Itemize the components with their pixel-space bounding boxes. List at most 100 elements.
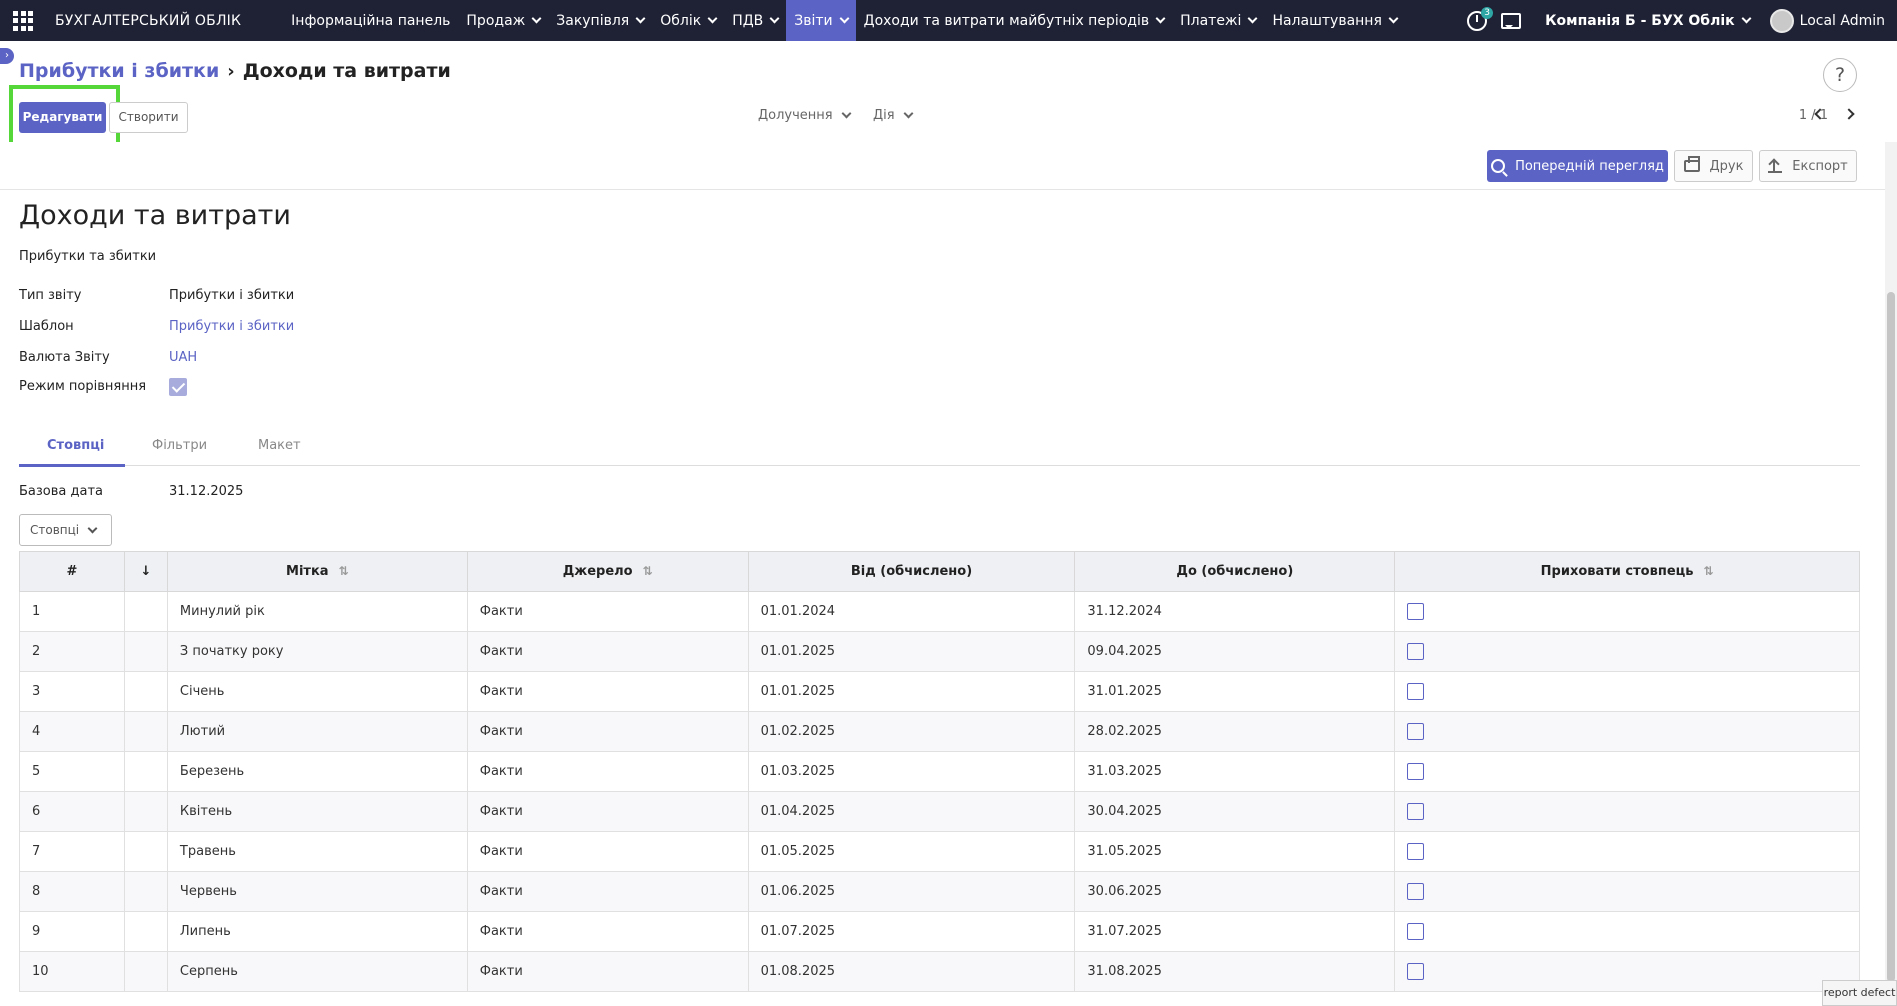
table-row[interactable]: 8 Червень Факти 01.06.2025 30.06.2025 xyxy=(19,871,1860,912)
col-header-from[interactable]: Від (обчислено) xyxy=(747,551,1076,592)
nav-menu-item[interactable]: ПДВ xyxy=(724,0,786,41)
row-handle xyxy=(123,871,168,912)
export-button[interactable]: Експорт xyxy=(1759,150,1857,182)
table-row[interactable]: 9 Липень Факти 01.07.2025 31.07.2025 xyxy=(19,911,1860,952)
help-button[interactable]: ? xyxy=(1823,58,1857,92)
hide-column-checkbox[interactable] xyxy=(1407,723,1425,740)
nav-menu-item[interactable]: Платежі xyxy=(1172,0,1264,41)
nav-menu-label: ПДВ xyxy=(732,12,764,29)
columns-dropdown-button[interactable]: Стовпці xyxy=(19,514,112,546)
nav-menu-label: Інформаційна панель xyxy=(291,12,451,29)
breadcrumb-separator-icon: › xyxy=(227,60,235,82)
row-label: Лютий xyxy=(166,711,468,752)
messages-icon[interactable] xyxy=(1501,12,1522,29)
chevron-down-icon xyxy=(839,13,850,24)
table-row[interactable]: 1 Минулий рік Факти 01.01.2024 31.12.2024 xyxy=(19,591,1860,632)
report-defect-button[interactable]: report defect xyxy=(1822,980,1897,1006)
nav-menu-item[interactable]: Продаж xyxy=(458,0,548,41)
printer-icon xyxy=(1683,156,1700,172)
breadcrumb-current: Доходи та витрати xyxy=(242,60,451,82)
row-from: 01.01.2025 xyxy=(747,631,1076,672)
nav-menu-label: Налаштування xyxy=(1272,12,1382,29)
col-header-label-text: Мітка xyxy=(286,564,329,579)
nav-menu-item[interactable]: Інформаційна панель xyxy=(283,0,458,41)
create-button[interactable]: Створити xyxy=(109,102,188,133)
hide-column-checkbox[interactable] xyxy=(1407,883,1425,900)
chevron-down-icon xyxy=(1155,13,1166,24)
company-name: Компанія Б - БУХ Облік xyxy=(1545,12,1735,29)
nav-menu-item[interactable]: Облік xyxy=(652,0,724,41)
preview-button[interactable]: Попередній перегляд xyxy=(1487,150,1668,182)
row-to: 31.12.2024 xyxy=(1074,591,1396,632)
row-handle xyxy=(123,671,168,712)
compare-mode-label: Режим порівняння xyxy=(19,379,147,394)
row-handle xyxy=(123,631,168,672)
row-from: 01.01.2024 xyxy=(747,591,1076,632)
hide-column-checkbox[interactable] xyxy=(1407,843,1425,860)
activity-clock-icon[interactable]: 3 xyxy=(1467,6,1494,31)
nav-menu-item[interactable]: Налаштування xyxy=(1264,0,1404,41)
main-menu: Інформаційна панель Продаж Закупівля Облік П… xyxy=(283,0,1405,41)
template-link[interactable]: Прибутки і збитки xyxy=(169,319,294,334)
edit-button[interactable]: Редагувати xyxy=(19,102,106,133)
table-row[interactable]: 3 Січень Факти 01.01.2025 31.01.2025 xyxy=(19,671,1860,712)
row-label: Липень xyxy=(166,911,468,952)
tab-filters[interactable]: Фільтри xyxy=(152,438,207,453)
print-button[interactable]: Друк xyxy=(1674,150,1753,182)
hide-column-checkbox[interactable] xyxy=(1407,603,1425,620)
breadcrumb-parent-link[interactable]: Прибутки і збитки xyxy=(19,60,219,82)
hide-column-checkbox[interactable] xyxy=(1407,643,1425,660)
table-row[interactable]: 2 З початку року Факти 01.01.2025 09.04.2025 xyxy=(19,631,1860,672)
hide-column-checkbox[interactable] xyxy=(1407,683,1425,700)
action-dropdown[interactable]: Дія xyxy=(873,108,914,123)
nav-menu-label: Закупівля xyxy=(556,12,630,29)
row-num: 2 xyxy=(19,631,125,672)
row-hide xyxy=(1394,911,1860,952)
row-to: 31.07.2025 xyxy=(1074,911,1396,952)
row-num: 8 xyxy=(19,871,125,912)
currency-link[interactable]: UAH xyxy=(169,350,197,365)
row-handle xyxy=(123,711,168,752)
scrollbar-thumb[interactable] xyxy=(1887,292,1895,982)
app-brand[interactable]: БУХГАЛТЕРСЬКИЙ ОБЛІК xyxy=(55,13,241,29)
table-row[interactable]: 6 Квітень Факти 01.04.2025 30.04.2025 xyxy=(19,791,1860,832)
table-row[interactable]: 7 Травень Факти 01.05.2025 31.05.2025 xyxy=(19,831,1860,872)
form-subtitle: Прибутки та збитки xyxy=(19,249,157,264)
row-to: 30.06.2025 xyxy=(1074,871,1396,912)
compare-mode-checkbox[interactable] xyxy=(169,378,187,396)
col-header-hide[interactable]: Приховати стовпець ⇅ xyxy=(1394,551,1860,592)
row-from: 01.02.2025 xyxy=(747,711,1076,752)
user-menu[interactable]: Local Admin xyxy=(1800,13,1885,29)
nav-menu-item[interactable]: Звіти xyxy=(786,0,856,41)
tab-layout[interactable]: Макет xyxy=(258,438,301,453)
sidebar-toggle-icon[interactable]: › xyxy=(0,48,14,64)
template-label: Шаблон xyxy=(19,319,74,334)
row-source: Факти xyxy=(466,951,749,992)
hide-column-checkbox[interactable] xyxy=(1407,803,1425,820)
user-avatar[interactable] xyxy=(1769,8,1794,33)
col-header-to[interactable]: До (обчислено) xyxy=(1074,551,1396,592)
table-row[interactable]: 5 Березень Факти 01.03.2025 31.03.2025 xyxy=(19,751,1860,792)
attachments-dropdown[interactable]: Долучення xyxy=(758,108,852,123)
row-source: Факти xyxy=(466,711,749,752)
pager-next-icon[interactable] xyxy=(1843,108,1855,120)
nav-menu-item[interactable]: Закупівля xyxy=(548,0,652,41)
hide-column-checkbox[interactable] xyxy=(1407,763,1425,780)
scrollbar[interactable] xyxy=(1885,142,1897,1006)
breadcrumb: Прибутки і збитки › Доходи та витрати xyxy=(19,60,451,82)
company-switcher[interactable]: Компанія Б - БУХ Облік xyxy=(1545,12,1752,29)
hide-column-checkbox[interactable] xyxy=(1407,963,1425,980)
col-header-order[interactable]: ↓ xyxy=(123,551,168,592)
nav-menu-item[interactable]: Доходи та витрати майбутніх періодів xyxy=(856,0,1172,41)
form-tabs: Стовпці Фільтри Макет xyxy=(19,428,1860,467)
col-header-label[interactable]: Мітка ⇅ xyxy=(166,551,468,592)
nav-menu-label: Платежі xyxy=(1180,12,1242,29)
col-header-source[interactable]: Джерело ⇅ xyxy=(466,551,749,592)
hide-column-checkbox[interactable] xyxy=(1407,923,1425,940)
table-row[interactable]: 4 Лютий Факти 01.02.2025 28.02.2025 xyxy=(19,711,1860,752)
apps-grid-icon[interactable] xyxy=(13,10,35,32)
nav-menu-label: Продаж xyxy=(466,12,526,29)
row-hide xyxy=(1394,591,1860,632)
tab-columns[interactable]: Стовпці xyxy=(47,438,104,453)
table-row[interactable]: 10 Серпень Факти 01.08.2025 31.08.2025 xyxy=(19,951,1860,992)
